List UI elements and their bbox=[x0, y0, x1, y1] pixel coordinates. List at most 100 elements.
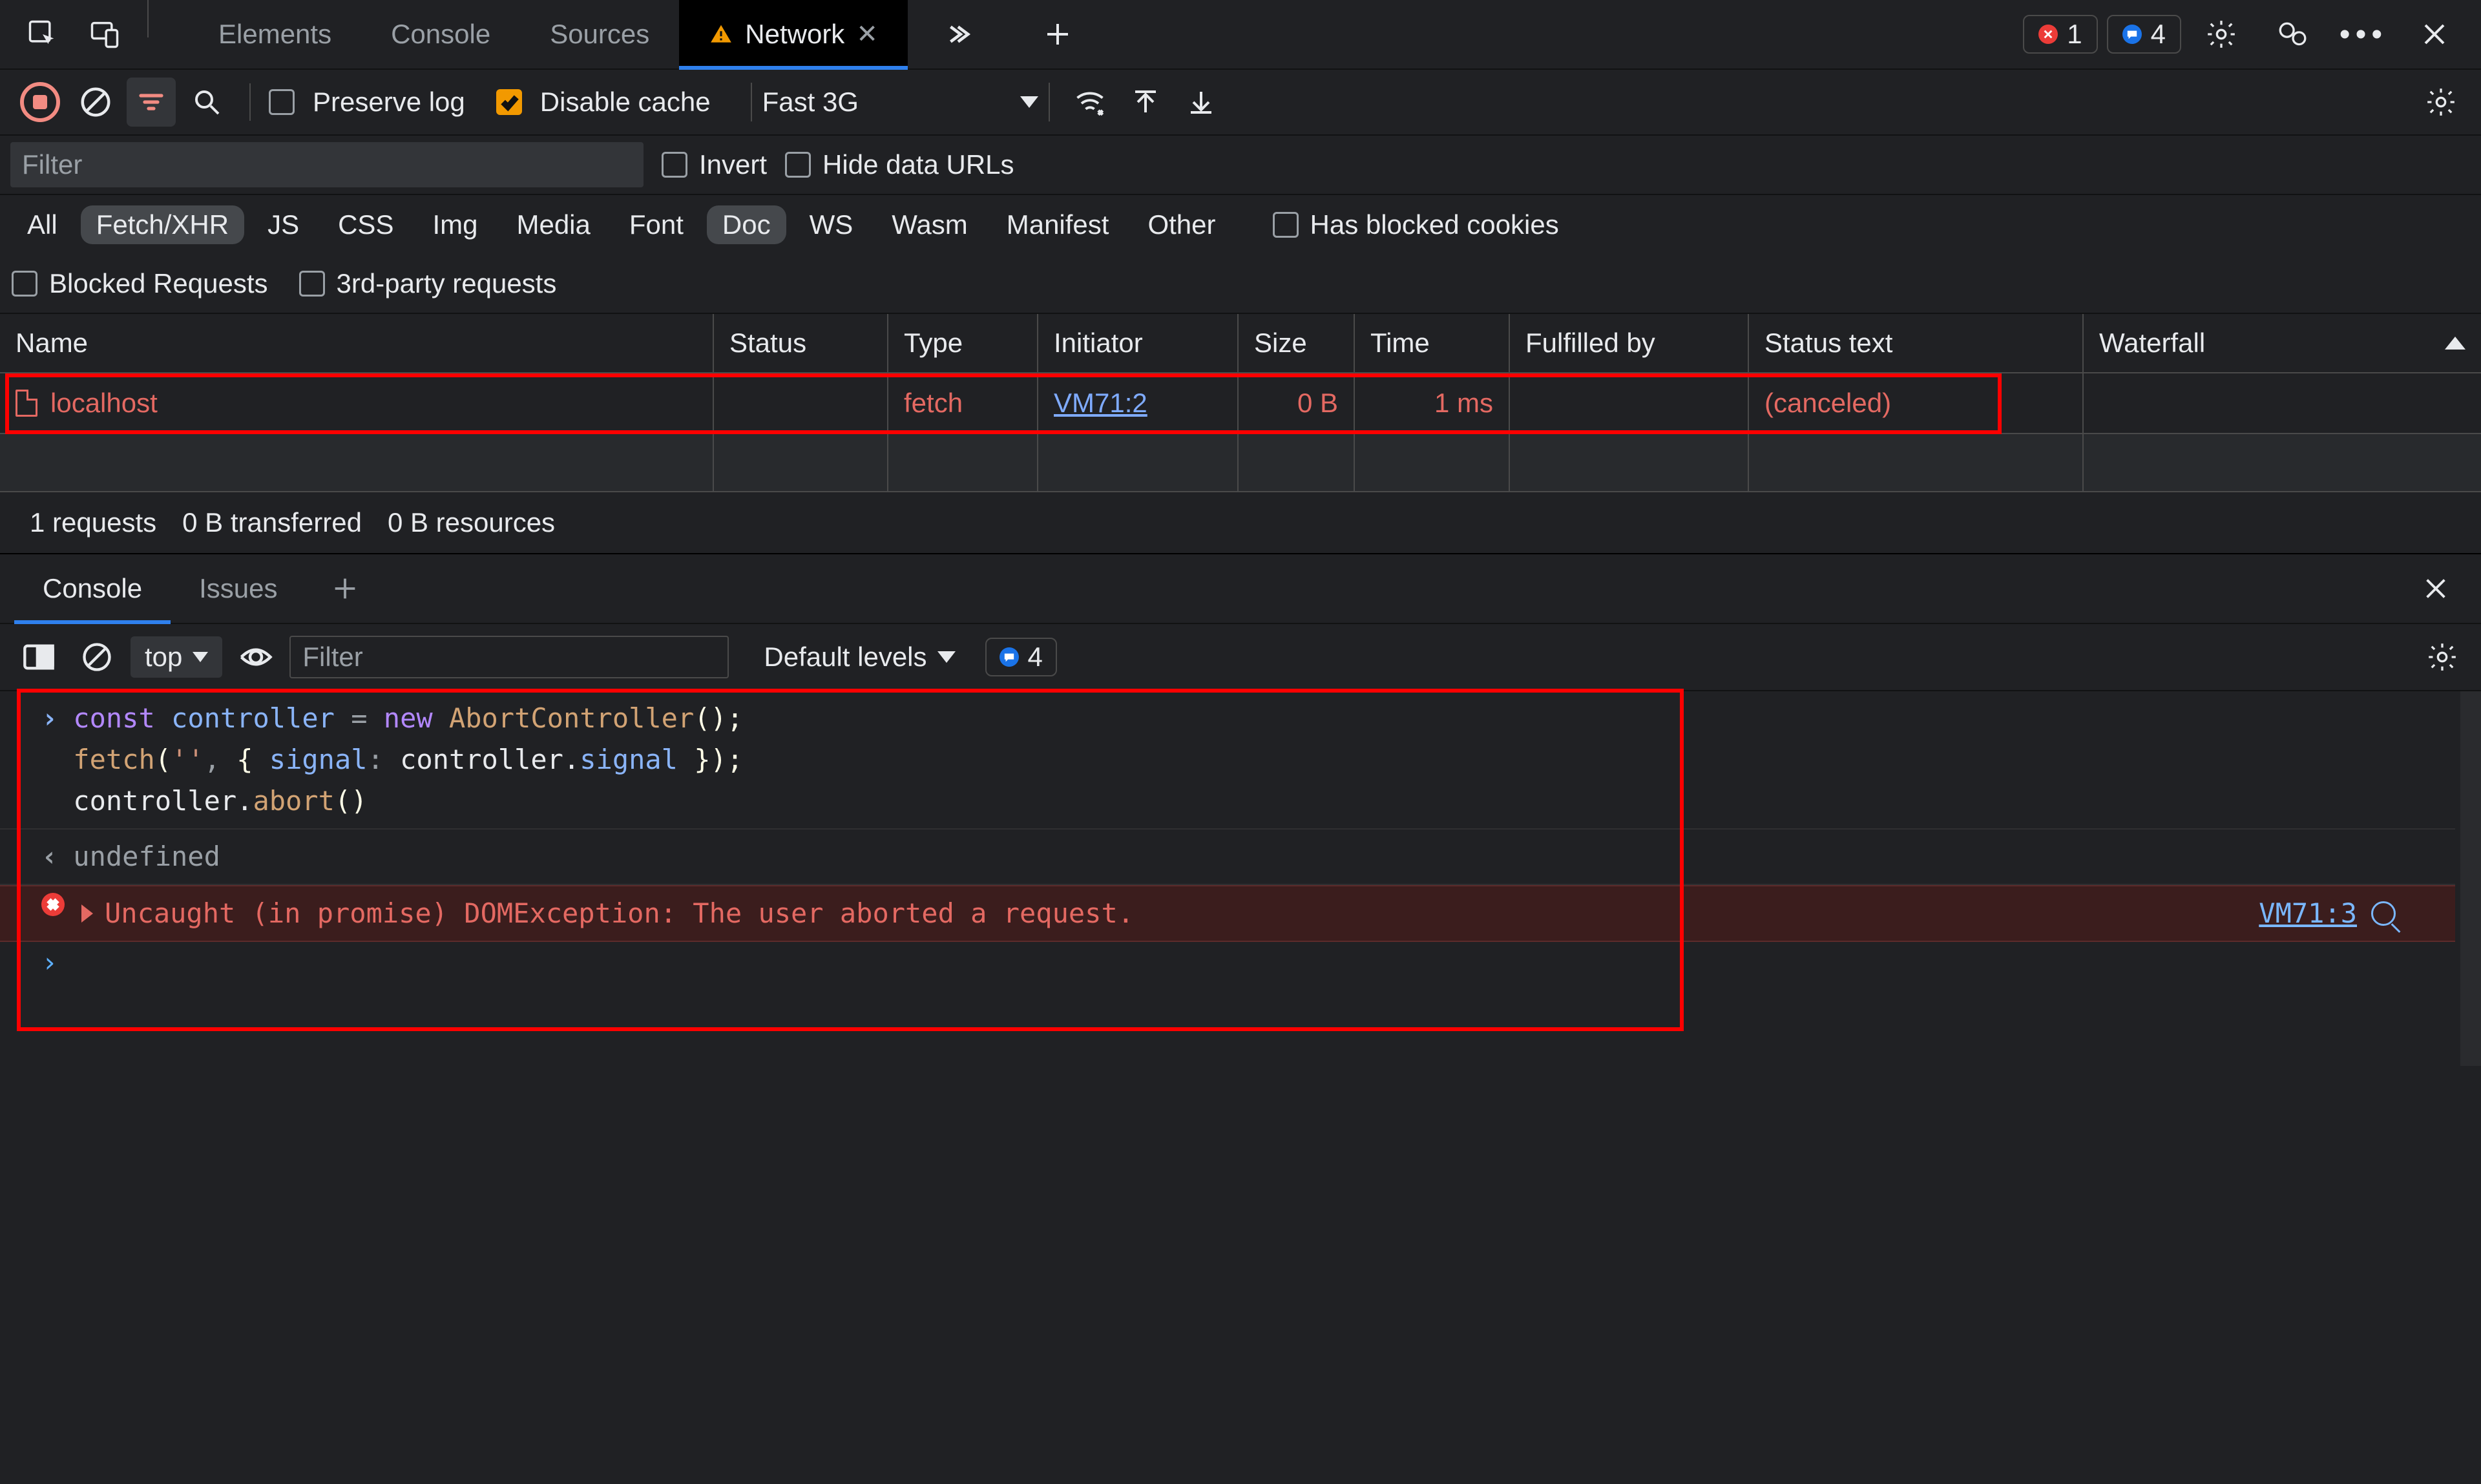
error-source[interactable]: VM71:3 bbox=[2259, 893, 2396, 934]
hide-data-urls-checkbox[interactable] bbox=[785, 152, 811, 178]
disable-cache-checkbox[interactable] bbox=[496, 89, 522, 115]
col-initiator[interactable]: Initiator bbox=[1038, 314, 1239, 372]
type-css[interactable]: CSS bbox=[322, 205, 409, 244]
network-summary: 1 requests 0 B transferred 0 B resources bbox=[0, 492, 2481, 554]
invert-checkbox[interactable] bbox=[662, 152, 687, 178]
col-status[interactable]: Status bbox=[714, 314, 888, 372]
error-message: Uncaught (in promise) DOMException: The … bbox=[105, 893, 1134, 934]
blocked-requests-checkbox[interactable] bbox=[12, 271, 37, 297]
record-button[interactable] bbox=[16, 78, 65, 127]
context-selector[interactable]: top bbox=[131, 636, 222, 678]
throttling-select[interactable]: Fast 3G bbox=[751, 83, 1050, 121]
file-icon bbox=[16, 390, 37, 417]
filter-toggle[interactable] bbox=[127, 78, 176, 127]
cell-statustext: (canceled) bbox=[1749, 373, 2084, 433]
type-js[interactable]: JS bbox=[252, 205, 315, 244]
col-size[interactable]: Size bbox=[1239, 314, 1355, 372]
message-count-pill[interactable]: 4 bbox=[2107, 15, 2181, 54]
col-type[interactable]: Type bbox=[888, 314, 1038, 372]
type-ws[interactable]: WS bbox=[794, 205, 869, 244]
feedback-icon[interactable] bbox=[2261, 18, 2323, 50]
console-output: › const controller = new AbortController… bbox=[0, 691, 2481, 1066]
filter-input[interactable] bbox=[10, 142, 644, 187]
console-sidebar-toggle[interactable] bbox=[14, 632, 63, 682]
tab-network[interactable]: Network ✕ bbox=[679, 0, 908, 68]
tab-sources[interactable]: Sources bbox=[520, 0, 679, 68]
table-header: Name Status Type Initiator Size Time Ful… bbox=[0, 314, 2481, 373]
drawer-tab-console[interactable]: Console bbox=[14, 554, 171, 623]
issues-count: 4 bbox=[1028, 642, 1043, 673]
third-party-option[interactable]: 3rd-party requests bbox=[299, 268, 557, 299]
magnifier-icon bbox=[2371, 901, 2396, 926]
issues-pill[interactable]: 4 bbox=[985, 638, 1057, 676]
chevron-down-icon bbox=[193, 652, 208, 662]
preserve-log-checkbox[interactable] bbox=[269, 89, 295, 115]
network-settings-icon[interactable] bbox=[2416, 78, 2465, 127]
blocked-requests-option[interactable]: Blocked Requests bbox=[12, 268, 268, 299]
expand-icon[interactable] bbox=[81, 904, 93, 923]
network-toolbar: Preserve log Disable cache Fast 3G bbox=[0, 70, 2481, 136]
hide-data-urls-option[interactable]: Hide data URLs bbox=[785, 149, 1014, 180]
cell-size: 0 B bbox=[1239, 373, 1355, 433]
col-waterfall[interactable]: Waterfall bbox=[2084, 314, 2481, 372]
error-count: 1 bbox=[2067, 19, 2082, 50]
more-menu-icon[interactable]: ••• bbox=[2332, 17, 2394, 52]
scrollbar[interactable] bbox=[2460, 691, 2481, 1066]
context-value: top bbox=[145, 642, 182, 673]
message-count: 4 bbox=[2151, 19, 2166, 50]
log-levels-label: Default levels bbox=[764, 642, 926, 673]
table-row[interactable]: localhost fetch VM71:2 0 B 1 ms (cancele… bbox=[0, 373, 2481, 434]
drawer-close-icon[interactable] bbox=[2405, 554, 2467, 623]
initiator-link[interactable]: VM71:2 bbox=[1054, 388, 1147, 419]
log-levels-select[interactable]: Default levels bbox=[764, 642, 955, 673]
invert-option[interactable]: Invert bbox=[662, 149, 767, 180]
tab-console[interactable]: Console bbox=[361, 0, 520, 68]
upload-har-icon[interactable] bbox=[1121, 78, 1170, 127]
console-error[interactable]: Uncaught (in promise) DOMException: The … bbox=[0, 885, 2455, 942]
live-expression-button[interactable] bbox=[231, 632, 280, 682]
return-prompt-icon: ‹ bbox=[41, 836, 58, 877]
third-party-checkbox[interactable] bbox=[299, 271, 325, 297]
type-doc[interactable]: Doc bbox=[707, 205, 786, 244]
tab-label: Sources bbox=[550, 19, 649, 50]
cell-time: 1 ms bbox=[1355, 373, 1510, 433]
drawer-add-tab[interactable] bbox=[306, 554, 384, 623]
drawer-tab-issues[interactable]: Issues bbox=[171, 554, 306, 623]
type-fetch-xhr[interactable]: Fetch/XHR bbox=[81, 205, 244, 244]
download-har-icon[interactable] bbox=[1177, 78, 1226, 127]
close-devtools-icon[interactable] bbox=[2403, 19, 2465, 50]
has-blocked-cookies-checkbox[interactable] bbox=[1273, 212, 1299, 238]
close-icon[interactable]: ✕ bbox=[856, 19, 878, 49]
network-conditions-icon[interactable] bbox=[1065, 78, 1115, 127]
device-toolbar-icon[interactable] bbox=[74, 0, 136, 68]
type-media[interactable]: Media bbox=[501, 205, 605, 244]
col-time[interactable]: Time bbox=[1355, 314, 1510, 372]
type-img[interactable]: Img bbox=[417, 205, 493, 244]
type-other[interactable]: Other bbox=[1132, 205, 1231, 244]
type-manifest[interactable]: Manifest bbox=[991, 205, 1125, 244]
error-count-pill[interactable]: 1 bbox=[2023, 15, 2097, 54]
warning-icon bbox=[709, 22, 733, 47]
clear-button[interactable] bbox=[71, 78, 120, 127]
console-filter-input[interactable] bbox=[289, 636, 729, 678]
has-blocked-cookies-option[interactable]: Has blocked cookies bbox=[1273, 209, 1559, 240]
settings-icon[interactable] bbox=[2190, 18, 2252, 50]
type-all[interactable]: All bbox=[12, 205, 73, 244]
code-line: fetch('', { signal: controller.signal })… bbox=[73, 739, 743, 780]
blocked-requests-label: Blocked Requests bbox=[49, 268, 268, 299]
inspect-element-icon[interactable] bbox=[12, 0, 74, 68]
console-settings-icon[interactable] bbox=[2418, 632, 2467, 682]
add-tab-button[interactable] bbox=[1027, 0, 1089, 68]
col-fulfilled[interactable]: Fulfilled by bbox=[1510, 314, 1749, 372]
console-input-prompt[interactable]: › bbox=[0, 942, 2455, 983]
more-tabs-button[interactable] bbox=[926, 0, 988, 68]
console-clear-button[interactable] bbox=[72, 632, 121, 682]
error-source-link: VM71:3 bbox=[2259, 893, 2357, 934]
type-font[interactable]: Font bbox=[614, 205, 699, 244]
console-toolbar: top Default levels 4 bbox=[0, 624, 2481, 691]
col-statustext[interactable]: Status text bbox=[1749, 314, 2084, 372]
search-button[interactable] bbox=[182, 78, 231, 127]
col-name[interactable]: Name bbox=[0, 314, 714, 372]
tab-elements[interactable]: Elements bbox=[189, 0, 361, 68]
type-wasm[interactable]: Wasm bbox=[876, 205, 983, 244]
